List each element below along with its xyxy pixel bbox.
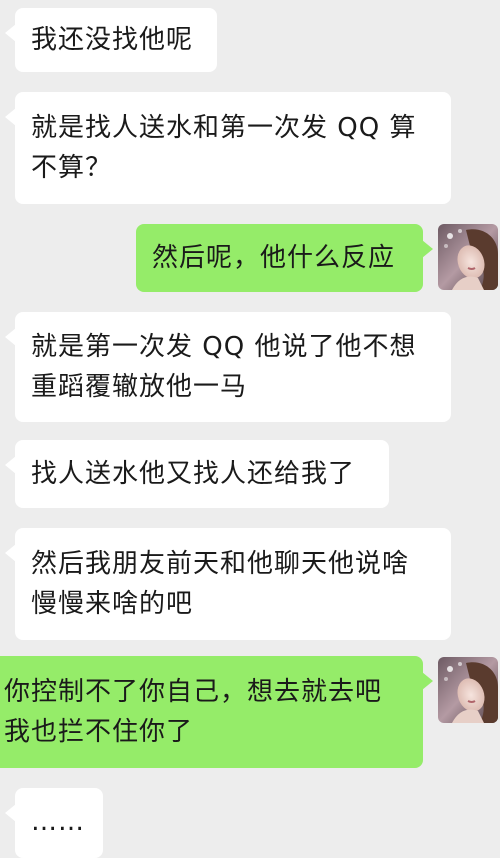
message-text: 重蹈覆辙放他一马 (31, 372, 248, 402)
message-text: 就是第一次发 QQ 他说了他不想 (31, 332, 417, 362)
message-text: 不算？ (31, 153, 113, 183)
message-bubble-incoming[interactable]: …… (5, 788, 103, 858)
chat-conversation: 我还没找他呢 就是找人送水和第一次发 QQ 算 不算？ 然后呢，他什么反应 就是… (0, 0, 500, 858)
message-text: 我还没找他呢 (31, 25, 194, 55)
message-bubble-incoming[interactable]: 我还没找他呢 (5, 8, 217, 72)
message-bubble-outgoing[interactable]: 然后呢，他什么反应 (136, 224, 433, 292)
message-text: 然后呢，他什么反应 (152, 243, 396, 273)
message-text: …… (31, 807, 85, 837)
message-text: 你控制不了你自己，想去就去吧 (4, 677, 383, 707)
message-text: 找人送水他又找人还给我了 (31, 459, 356, 489)
message-bubble-incoming[interactable]: 就是找人送水和第一次发 QQ 算 不算？ (5, 92, 451, 204)
message-bubble-incoming[interactable]: 就是第一次发 QQ 他说了他不想 重蹈覆辙放他一马 (5, 312, 451, 422)
message-text: 就是找人送水和第一次发 QQ 算 (31, 113, 417, 143)
message-bubble-outgoing[interactable]: 你控制不了你自己，想去就去吧 我也拦不住你了 (0, 656, 433, 768)
avatar-photo-icon (438, 224, 498, 290)
message-text: 慢慢来啥的吧 (31, 589, 194, 619)
message-text: 然后我朋友前天和他聊天他说啥 (31, 549, 410, 579)
message-text: 我也拦不住你了 (4, 717, 194, 747)
user-avatar[interactable] (438, 657, 498, 723)
user-avatar[interactable] (438, 224, 498, 290)
message-bubble-incoming[interactable]: 找人送水他又找人还给我了 (5, 440, 389, 508)
message-bubble-incoming[interactable]: 然后我朋友前天和他聊天他说啥 慢慢来啥的吧 (5, 528, 451, 640)
avatar-photo-icon (438, 657, 498, 723)
